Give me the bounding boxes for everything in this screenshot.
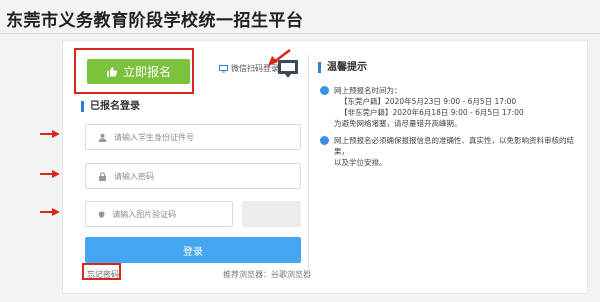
panel-divider (308, 55, 309, 277)
monitor-icon (219, 64, 228, 72)
location-pin-icon (320, 136, 329, 145)
lock-icon (99, 171, 106, 181)
apply-now-label: 立即报名 (122, 65, 171, 79)
tip-item: 网上预报名必须确保报报信息的准确性、真实性，以免影响资料审核的结果， 以及学位安… (320, 135, 587, 168)
page-title: 东莞市义务教育阶段学校统一招生平台 (6, 11, 304, 31)
tip-line: 【东莞户籍】2020年5月23日 9:00 - 6月5日 17:00 (340, 97, 517, 106)
red-arrow-icon (40, 208, 60, 216)
red-arrow-icon (268, 49, 291, 66)
tip-item: 网上预报名时间为： 【东莞户籍】2020年5月23日 9:00 - 6月5日 1… (320, 85, 524, 129)
thumbs-up-icon (106, 66, 118, 77)
tip-line: 以及学位安排。 (334, 158, 387, 167)
id-number-input[interactable] (114, 132, 264, 142)
tip-line: 网上预报名必须确保报报信息的准确性、真实性，以免影响资料审核的结果， (334, 136, 574, 156)
captcha-input[interactable] (112, 209, 232, 219)
registered-login-heading: 已报名登录 (81, 101, 140, 112)
browser-recommendation: 推荐浏览器：谷歌浏览器 (223, 270, 311, 279)
tip-line: 网上预报名时间为： (334, 86, 402, 95)
login-panel: 立即报名 微信扫码登录 已报名登录 登录 忘记密码 推荐浏览器：谷歌浏览器 温馨… (62, 40, 588, 294)
red-arrow-icon (40, 170, 60, 178)
login-button[interactable]: 登录 (85, 237, 301, 263)
tip-line: 【非东莞户籍】2020年6月18日 9:00 - 6月5日 17:00 (340, 108, 524, 117)
shield-icon (98, 210, 105, 218)
location-pin-icon (320, 86, 329, 95)
password-field[interactable] (85, 163, 301, 189)
id-number-field[interactable] (85, 124, 301, 150)
tips-heading: 温馨提示 (318, 62, 367, 73)
user-icon (98, 133, 107, 142)
forgot-password-link[interactable]: 忘记密码 (87, 269, 119, 280)
tip-line: 为避免网络堵塞，请尽量错开高峰期。 (334, 119, 462, 128)
apply-now-button[interactable]: 立即报名 (87, 59, 190, 84)
captcha-field[interactable] (85, 201, 233, 227)
password-input[interactable] (114, 171, 264, 181)
red-arrow-icon (40, 130, 60, 138)
captcha-image[interactable] (242, 201, 301, 227)
title-divider (0, 33, 600, 34)
